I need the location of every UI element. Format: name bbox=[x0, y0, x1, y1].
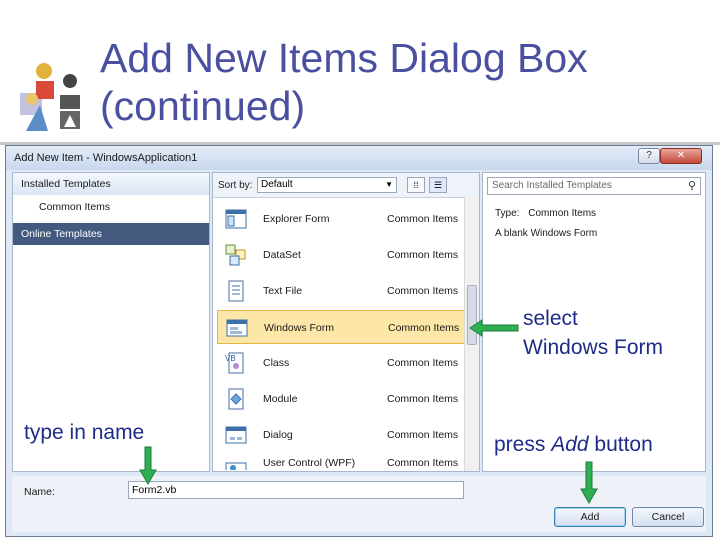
close-icon: ✕ bbox=[676, 150, 686, 161]
shapes-logo-icon bbox=[20, 63, 80, 131]
sort-label: Sort by: bbox=[218, 180, 253, 191]
dialog-footer: Name: Form2.vb Add Cancel bbox=[12, 476, 706, 532]
template-name: Dialog bbox=[263, 429, 293, 441]
chevron-down-icon: ▼ bbox=[385, 180, 393, 189]
annotation-press-prefix: press bbox=[494, 433, 552, 456]
template-list-pane: Sort by: Default ▼ ⁞⁞ ☰ Explorer Form Co… bbox=[212, 172, 480, 472]
template-category: Common Items bbox=[387, 285, 459, 297]
search-icon[interactable]: ⚲ bbox=[688, 178, 696, 194]
template-name: Module bbox=[263, 393, 298, 405]
annotation-press-suffix: button bbox=[588, 433, 653, 456]
dialog-icon bbox=[225, 426, 247, 444]
add-button[interactable]: Add bbox=[554, 507, 626, 527]
template-category: Common Items bbox=[388, 322, 460, 334]
template-item-selected[interactable]: Windows Form Common Items bbox=[217, 310, 465, 344]
help-icon: ? bbox=[646, 150, 652, 161]
template-item[interactable]: DataSet Common Items bbox=[217, 238, 465, 272]
windows-form-icon bbox=[226, 319, 248, 337]
slide-title: Add New Items Dialog Box (continued) bbox=[100, 34, 700, 130]
template-item[interactable]: Module Common Items bbox=[217, 382, 465, 416]
explorer-form-icon bbox=[225, 209, 247, 229]
module-icon bbox=[228, 388, 244, 410]
dialog-title: Add New Item - WindowsApplication1 bbox=[14, 152, 198, 164]
template-item[interactable]: User Control (WPF) Common Items bbox=[217, 454, 465, 470]
nav-online-templates[interactable]: Online Templates bbox=[13, 223, 209, 245]
svg-text:VB: VB bbox=[225, 354, 236, 363]
template-name: Text File bbox=[263, 285, 303, 297]
dataset-icon bbox=[225, 244, 246, 266]
template-name: Windows Form bbox=[264, 322, 335, 334]
search-input[interactable]: Search Installed Templates ⚲ bbox=[487, 177, 701, 195]
template-category: Common Items bbox=[387, 429, 459, 441]
template-name: DataSet bbox=[263, 249, 301, 261]
template-item[interactable]: VB Class Common Items bbox=[217, 346, 465, 380]
template-category: Common Items bbox=[387, 393, 459, 405]
annotation-select-line1: select bbox=[523, 307, 578, 330]
name-field[interactable]: Form2.vb bbox=[128, 481, 464, 499]
template-type: Type: Common Items bbox=[495, 208, 596, 219]
sort-dropdown[interactable]: Default ▼ bbox=[257, 177, 397, 193]
template-name: User Control (WPF) bbox=[263, 457, 356, 469]
small-icons-view-button[interactable]: ⁞⁞ bbox=[407, 177, 425, 193]
template-list-scrollbar[interactable] bbox=[464, 197, 479, 471]
search-placeholder: Search Installed Templates bbox=[492, 180, 612, 191]
template-item[interactable]: Dialog Common Items bbox=[217, 418, 465, 452]
annotation-type-in-name: type in name bbox=[24, 418, 145, 447]
template-category: Common Items bbox=[387, 357, 459, 369]
text-file-icon bbox=[228, 280, 244, 302]
dialog-titlebar: Add New Item - WindowsApplication1 ? ✕ bbox=[6, 146, 712, 170]
template-category: Common Items bbox=[387, 457, 459, 469]
sort-toolbar: Sort by: Default ▼ ⁞⁞ ☰ bbox=[213, 173, 479, 198]
slide-title-line1: Add New Items Dialog Box bbox=[100, 35, 588, 81]
user-control-icon bbox=[225, 462, 247, 470]
annotation-press-add-word: Add bbox=[551, 433, 589, 456]
annotation-select-windows-form: select Windows Form bbox=[523, 304, 664, 362]
cancel-button[interactable]: Cancel bbox=[632, 507, 704, 527]
class-icon: VB bbox=[225, 352, 244, 374]
nav-common-items[interactable]: Common Items bbox=[39, 201, 110, 213]
close-button[interactable]: ✕ bbox=[660, 148, 702, 164]
help-button[interactable]: ? bbox=[638, 148, 660, 164]
template-name: Class bbox=[263, 357, 290, 369]
template-item[interactable]: Text File Common Items bbox=[217, 274, 465, 308]
name-label: Name: bbox=[24, 486, 55, 498]
type-value: Common Items bbox=[528, 208, 597, 219]
annotation-select-line2: Windows Form bbox=[523, 336, 664, 359]
nav-installed-templates[interactable]: Installed Templates bbox=[13, 173, 209, 195]
template-category: Common Items bbox=[387, 213, 459, 225]
list-view-button[interactable]: ☰ bbox=[429, 177, 447, 193]
template-category: Common Items bbox=[387, 249, 459, 261]
sort-value: Default bbox=[261, 179, 293, 190]
annotation-press-add: press Add button bbox=[494, 430, 653, 459]
type-label: Type: bbox=[495, 208, 520, 219]
template-name: Explorer Form bbox=[263, 213, 330, 225]
template-item[interactable]: Explorer Form Common Items bbox=[217, 202, 465, 236]
template-description: A blank Windows Form bbox=[495, 228, 598, 239]
scrollbar-thumb[interactable] bbox=[467, 285, 477, 345]
slide-title-line2: (continued) bbox=[100, 83, 306, 129]
